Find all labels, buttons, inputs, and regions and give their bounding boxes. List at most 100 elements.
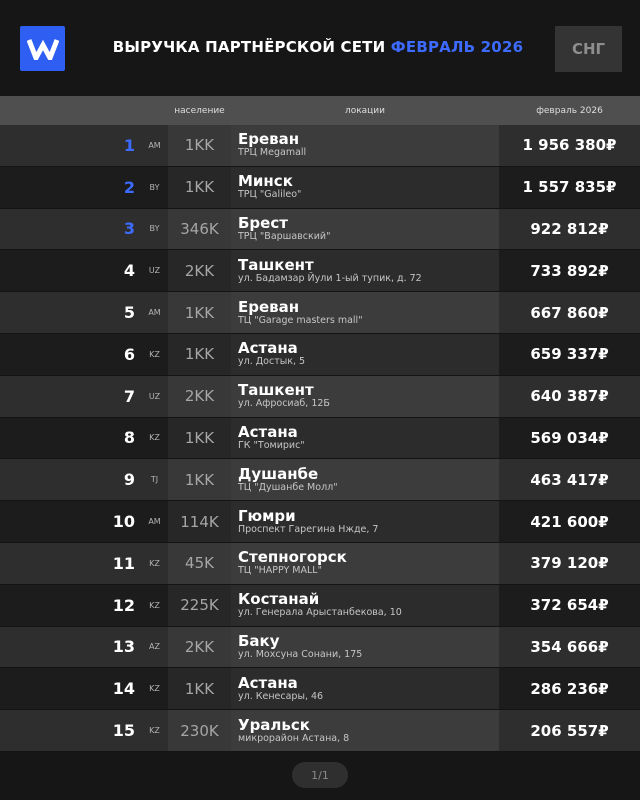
venue-address: ул. Бадамзар Йули 1-ый тупик, д. 72 bbox=[238, 272, 422, 284]
rank-cell: 7 bbox=[123, 386, 135, 406]
city-name: Костанай bbox=[238, 590, 320, 609]
rank-cell: 4 bbox=[123, 261, 135, 281]
locations-column-header: локации bbox=[344, 105, 386, 116]
country-code: BY bbox=[149, 224, 160, 234]
table-row: 8 KZ 1KK Астана ГК "Томирис" 569 034₽ bbox=[0, 417, 640, 460]
rank-cell: 10 bbox=[112, 512, 135, 532]
rank-cell: 6 bbox=[123, 344, 135, 364]
revenue-column-header: февраль 2026 bbox=[536, 105, 603, 116]
venue-address: ул. Кенесары, 46 bbox=[238, 690, 324, 702]
country-code: UZ bbox=[148, 266, 161, 276]
location-cell: Костанай ул. Генерала Арыстанбекова, 10 bbox=[231, 584, 499, 626]
city-name: Астана bbox=[238, 422, 298, 441]
population-cell: 2KK bbox=[168, 250, 231, 292]
revenue-cell: 286 236₽ bbox=[530, 679, 609, 698]
table-header: население локации февраль 2026 bbox=[0, 96, 640, 125]
table-row: 12 KZ 225K Костанай ул. Генерала Арыстанбеко… bbox=[0, 584, 640, 627]
city-name: Астана bbox=[238, 673, 298, 692]
region-button[interactable]: СНГ bbox=[555, 26, 622, 72]
venue-address: ТРЦ "Варшавский" bbox=[238, 230, 331, 242]
logo bbox=[20, 26, 65, 71]
location-cell: Брест ТРЦ "Варшавский" bbox=[231, 208, 499, 250]
venue-address: ул. Генерала Арыстанбекова, 10 bbox=[238, 607, 402, 619]
revenue-cell: 569 034₽ bbox=[530, 428, 609, 447]
table-row: 13 AZ 2KK Баку ул. Мохсуна Сонани, 175 354 66… bbox=[0, 626, 640, 669]
venue-address: Проспект Гарегина Нжде, 7 bbox=[238, 523, 379, 535]
logo-w-icon bbox=[26, 38, 59, 60]
population-cell: 114K bbox=[168, 501, 231, 542]
location-cell: Астана ул. Кенесары, 46 bbox=[231, 668, 499, 710]
city-name: Гюмри bbox=[238, 506, 296, 525]
country-code: AM bbox=[148, 517, 161, 527]
population-cell: 1KK bbox=[168, 292, 231, 333]
city-name: Уральск bbox=[238, 715, 310, 734]
table-row: 2 BY 1KK Минск ТРЦ "Galileo" 1 557 835₽ bbox=[0, 166, 640, 209]
location-cell: Душанбе ТЦ "Душанбе Молл" bbox=[231, 459, 499, 501]
location-cell: Ташкент ул. Бадамзар Йули 1-ый тупик, д. … bbox=[231, 250, 499, 292]
country-code: AM bbox=[148, 140, 161, 150]
page-title: ВЫРУЧКА ПАРТНЁРСКОЙ СЕТИ ФЕВРАЛЬ 2026 bbox=[88, 38, 548, 56]
page-indicator[interactable]: 1/1 bbox=[292, 762, 348, 788]
location-cell: Астана ул. Достык, 5 bbox=[231, 333, 499, 375]
city-name: Минск bbox=[238, 172, 293, 191]
revenue-cell: 372 654₽ bbox=[530, 596, 609, 615]
revenue-cell: 1 956 380₽ bbox=[522, 136, 617, 155]
venue-address: ТЦ "Душанбе Молл" bbox=[238, 481, 338, 493]
revenue-cell: 354 666₽ bbox=[530, 637, 609, 656]
country-code: TJ bbox=[150, 475, 159, 485]
venue-address: ул. Достык, 5 bbox=[238, 356, 306, 368]
country-code: UZ bbox=[148, 391, 161, 401]
location-cell: Астана ГК "Томирис" bbox=[231, 417, 499, 459]
population-cell: 225K bbox=[168, 584, 231, 626]
city-name: Ереван bbox=[238, 297, 300, 316]
rank-cell: 1 bbox=[123, 135, 135, 155]
revenue-cell: 206 557₽ bbox=[530, 721, 609, 740]
rank-cell: 5 bbox=[123, 303, 135, 323]
rank-cell: 12 bbox=[112, 595, 135, 615]
revenue-cell: 922 812₽ bbox=[530, 219, 609, 238]
revenue-cell: 379 120₽ bbox=[530, 554, 609, 573]
revenue-cell: 733 892₽ bbox=[530, 261, 609, 280]
venue-address: ТЦ "HAPPY MALL" bbox=[238, 565, 322, 577]
header: ВЫРУЧКА ПАРТНЁРСКОЙ СЕТИ ФЕВРАЛЬ 2026 СН… bbox=[0, 0, 640, 96]
rank-cell: 11 bbox=[112, 553, 135, 573]
table-row: 5 AM 1KK Ереван ТЦ "Garage masters mall" 667 … bbox=[0, 292, 640, 334]
table-row: 1 AM 1KK Ереван ТРЦ Megamall 1 956 380₽ bbox=[0, 125, 640, 167]
revenue-cell: 659 337₽ bbox=[530, 345, 609, 364]
city-name: Баку bbox=[238, 631, 280, 650]
table-row: 7 UZ 2KK Ташкент ул. Афросиаб, 12Б 640 387₽ bbox=[0, 375, 640, 418]
revenue-cell: 463 417₽ bbox=[530, 470, 609, 489]
table-row: 15 KZ 230K Уральск микрорайон Астана, 8 206 5… bbox=[0, 710, 640, 752]
rank-cell: 15 bbox=[112, 721, 135, 741]
city-name: Астана bbox=[238, 339, 298, 358]
table-row: 3 BY 346K Брест ТРЦ "Варшавский" 922 812₽ bbox=[0, 208, 640, 251]
table-row: 11 KZ 45K Степногорск ТЦ "HAPPY MALL" 379 120… bbox=[0, 542, 640, 585]
country-code: KZ bbox=[149, 349, 160, 359]
population-cell: 45K bbox=[168, 542, 231, 584]
venue-address: ул. Мохсуна Сонани, 175 bbox=[238, 648, 363, 660]
population-cell: 346K bbox=[168, 208, 231, 250]
population-cell: 1KK bbox=[168, 333, 231, 375]
location-cell: Гюмри Проспект Гарегина Нжде, 7 bbox=[231, 501, 499, 542]
venue-address: ТРЦ "Galileo" bbox=[238, 189, 302, 201]
location-cell: Степногорск ТЦ "HAPPY MALL" bbox=[231, 542, 499, 584]
revenue-cell: 667 860₽ bbox=[530, 303, 609, 322]
table-row: 10 AM 114K Гюмри Проспект Гарегина Нжде, 7 42… bbox=[0, 501, 640, 543]
country-code: AM bbox=[148, 308, 161, 318]
population-cell: 2KK bbox=[168, 626, 231, 668]
rank-cell: 3 bbox=[123, 219, 135, 239]
table-row: 4 UZ 2KK Ташкент ул. Бадамзар Йули 1-ый тупи… bbox=[0, 250, 640, 293]
venue-address: ТЦ "Garage masters mall" bbox=[238, 314, 363, 326]
country-code: KZ bbox=[149, 558, 160, 568]
table-row: 6 KZ 1KK Астана ул. Достык, 5 659 337₽ bbox=[0, 333, 640, 376]
table-body: 1 AM 1KK Ереван ТРЦ Megamall 1 956 380₽ 2 BY 1KK… bbox=[0, 125, 640, 752]
revenue-cell: 640 387₽ bbox=[530, 387, 609, 406]
revenue-table: население локации февраль 2026 1 AM 1KK Ере… bbox=[0, 96, 640, 752]
city-name: Брест bbox=[238, 213, 288, 232]
location-cell: Ереван ТЦ "Garage masters mall" bbox=[231, 292, 499, 333]
country-column-header bbox=[141, 96, 168, 125]
location-cell: Ереван ТРЦ Megamall bbox=[231, 125, 499, 166]
table-row: 14 KZ 1KK Астана ул. Кенесары, 46 286 236₽ bbox=[0, 668, 640, 711]
rank-cell: 14 bbox=[112, 679, 135, 699]
country-code: KZ bbox=[149, 433, 160, 443]
